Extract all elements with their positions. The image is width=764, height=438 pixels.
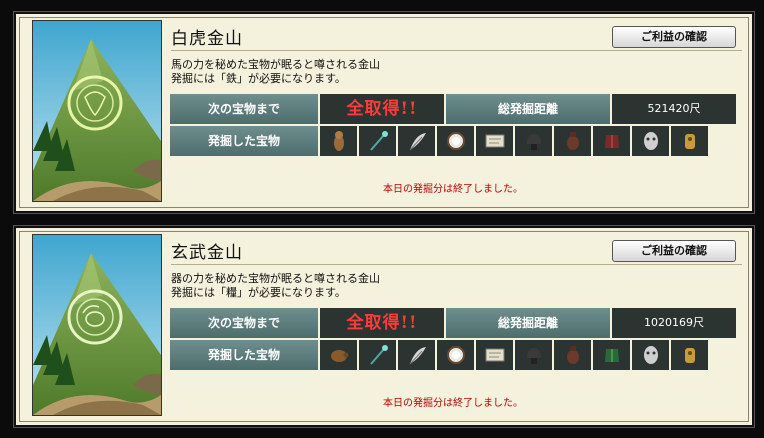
daily-limit-message: 本日の発掘分は終了しました。 <box>383 184 523 195</box>
mine-description: 馬の力を秘めた宝物が眠ると噂される金山 発掘には「鉄」が必要になります。 <box>171 58 380 86</box>
scroll-icon[interactable] <box>476 126 513 156</box>
feather-icon[interactable] <box>398 126 435 156</box>
armor-icon[interactable] <box>593 126 630 156</box>
idol-icon[interactable] <box>671 340 708 370</box>
title-divider <box>171 264 742 265</box>
mirror-icon[interactable] <box>437 340 474 370</box>
mine-panel-genbu: 玄武金山 ご利益の確認 器の力を秘めた宝物が眠ると噂される金山 発掘には「糧」が… <box>14 226 754 427</box>
mask-icon[interactable] <box>632 126 669 156</box>
check-benefit-button[interactable]: ご利益の確認 <box>612 240 736 262</box>
daily-limit-message: 本日の発掘分は終了しました。 <box>383 398 523 409</box>
mine-description: 器の力を秘めた宝物が眠ると噂される金山 発掘には「糧」が必要になります。 <box>171 272 380 300</box>
desc-line-2: 発掘には「鉄」が必要になります。 <box>171 72 346 85</box>
next-treasure-label: 次の宝物まで <box>170 94 320 124</box>
treasure-row: 発掘した宝物 <box>170 340 736 370</box>
treasure-list <box>320 340 736 370</box>
next-treasure-value: 全取得!! <box>320 94 446 124</box>
status-row: 次の宝物まで 全取得!! 総発掘距離 521420尺 <box>170 94 736 124</box>
desc-line-2: 発掘には「糧」が必要になります。 <box>171 286 346 299</box>
idol-icon[interactable] <box>671 126 708 156</box>
mountain-image <box>32 234 162 416</box>
urn-icon[interactable] <box>554 340 591 370</box>
next-treasure-value: 全取得!! <box>320 308 446 338</box>
helmet-icon[interactable] <box>515 126 552 156</box>
wand-icon[interactable] <box>359 340 396 370</box>
found-treasure-label: 発掘した宝物 <box>170 126 320 156</box>
dig-status-table: 次の宝物まで 全取得!! 総発掘距離 521420尺 発掘した宝物 <box>170 94 736 158</box>
mine-title: 玄武金山 <box>171 243 243 263</box>
total-distance-label: 総発掘距離 <box>446 308 612 338</box>
mirror-icon[interactable] <box>437 126 474 156</box>
treasure-row: 発掘した宝物 <box>170 126 736 156</box>
feather-icon[interactable] <box>398 340 435 370</box>
mountain-image <box>32 20 162 202</box>
mine-panel-byakko: 白虎金山 ご利益の確認 馬の力を秘めた宝物が眠ると噂される金山 発掘には「鉄」が… <box>14 12 754 213</box>
total-distance-label: 総発掘距離 <box>446 94 612 124</box>
armor-icon[interactable] <box>593 340 630 370</box>
turtle-icon[interactable] <box>320 340 357 370</box>
scroll-icon[interactable] <box>476 340 513 370</box>
dig-status-table: 次の宝物まで 全取得!! 総発掘距離 1020169尺 発掘した宝物 <box>170 308 736 372</box>
figure-icon[interactable] <box>320 126 357 156</box>
wand-icon[interactable] <box>359 126 396 156</box>
desc-line-1: 馬の力を秘めた宝物が眠ると噂される金山 <box>171 58 380 71</box>
total-distance-value: 1020169尺 <box>612 308 736 338</box>
found-treasure-label: 発掘した宝物 <box>170 340 320 370</box>
total-distance-value: 521420尺 <box>612 94 736 124</box>
next-treasure-label: 次の宝物まで <box>170 308 320 338</box>
urn-icon[interactable] <box>554 126 591 156</box>
mine-title: 白虎金山 <box>171 29 243 49</box>
mask-icon[interactable] <box>632 340 669 370</box>
title-divider <box>171 50 742 51</box>
status-row: 次の宝物まで 全取得!! 総発掘距離 1020169尺 <box>170 308 736 338</box>
treasure-list <box>320 126 736 156</box>
check-benefit-button[interactable]: ご利益の確認 <box>612 26 736 48</box>
desc-line-1: 器の力を秘めた宝物が眠ると噂される金山 <box>171 272 380 285</box>
helmet-icon[interactable] <box>515 340 552 370</box>
